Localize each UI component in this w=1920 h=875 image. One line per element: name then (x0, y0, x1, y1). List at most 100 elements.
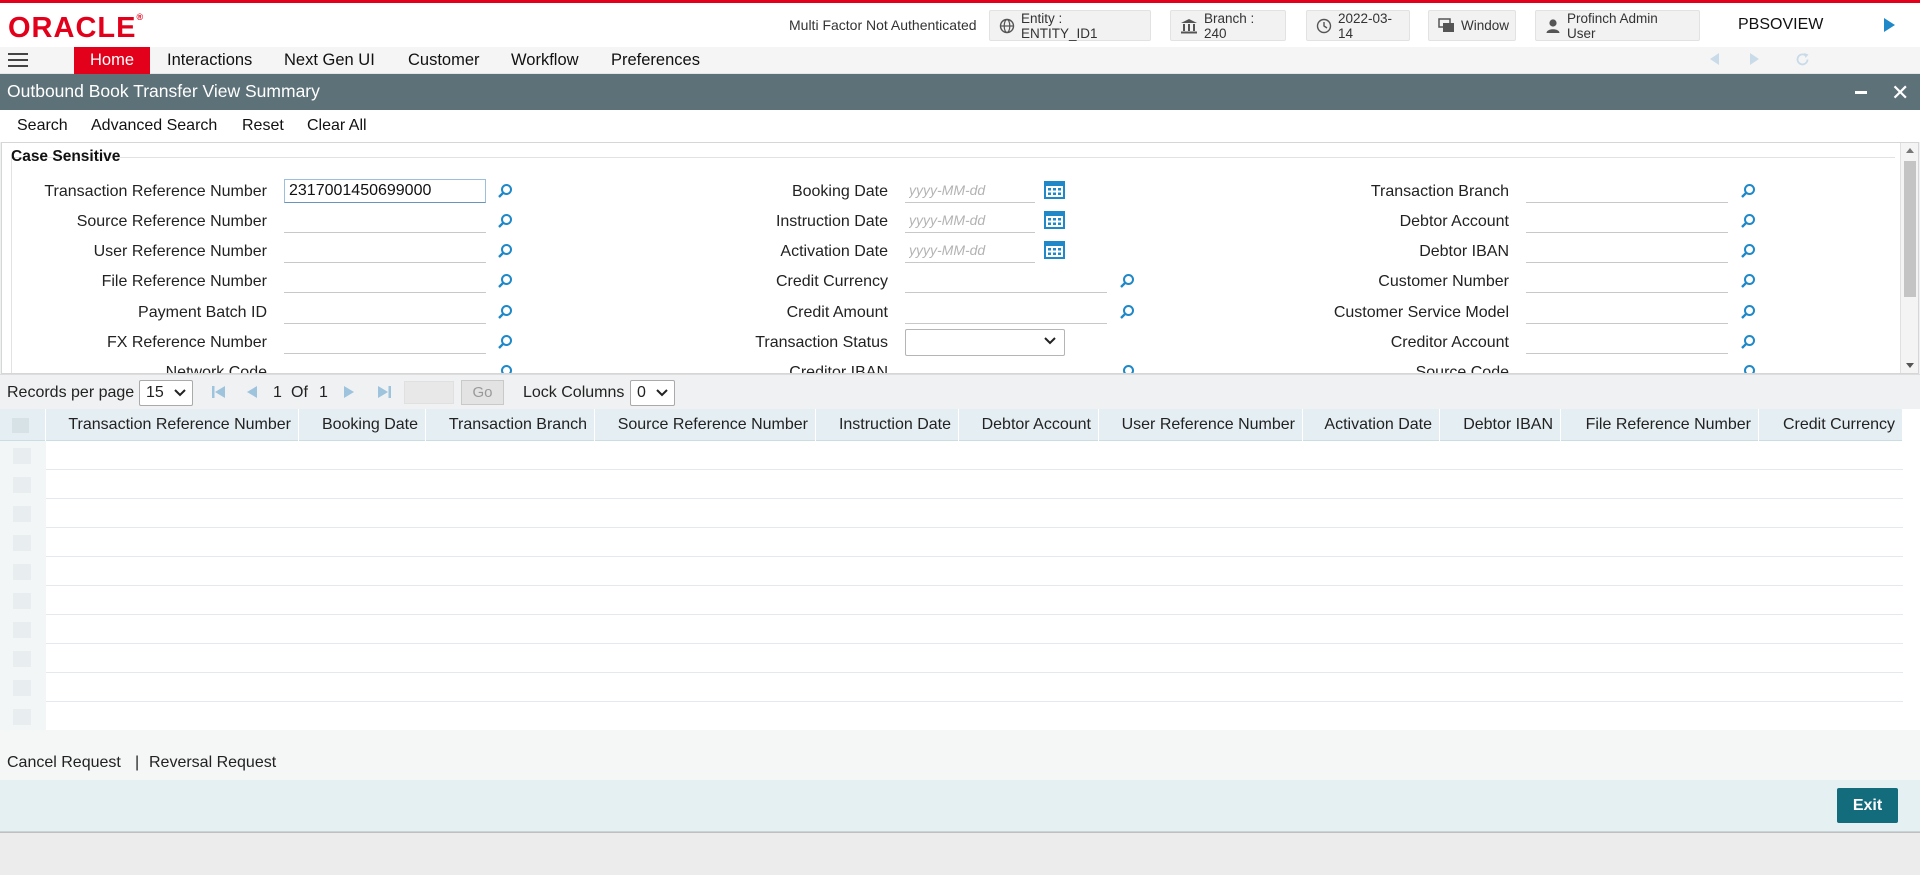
file-reference-number-input[interactable] (284, 269, 486, 293)
hamburger-icon[interactable] (8, 53, 28, 67)
search-icon[interactable] (1119, 304, 1135, 320)
criteria-scrollbar[interactable] (1900, 143, 1918, 373)
row-checkbox[interactable] (13, 564, 31, 580)
debtor-iban-input[interactable] (1526, 239, 1728, 263)
row-checkbox[interactable] (13, 622, 31, 638)
search-icon[interactable] (497, 334, 513, 350)
search-icon[interactable] (1740, 273, 1756, 289)
col-activation-date[interactable]: Activation Date (1303, 409, 1440, 441)
col-instruction-date[interactable]: Instruction Date (816, 409, 959, 441)
search-icon[interactable] (497, 243, 513, 259)
transaction-status-select[interactable] (905, 329, 1065, 356)
entity-chip[interactable]: Entity : ENTITY_ID1 (989, 10, 1151, 41)
table-row[interactable] (0, 644, 1903, 673)
search-icon[interactable] (497, 183, 513, 199)
search-icon[interactable] (1740, 213, 1756, 229)
refresh-icon[interactable] (1795, 52, 1810, 67)
row-checkbox[interactable] (13, 709, 31, 725)
col-source-reference-number[interactable]: Source Reference Number (595, 409, 816, 441)
transaction-branch-input[interactable] (1526, 179, 1728, 203)
minimize-icon[interactable] (1855, 91, 1867, 94)
search-icon[interactable] (1740, 364, 1756, 374)
clear-all-button[interactable]: Clear All (307, 117, 367, 135)
customer-service-model-input[interactable] (1526, 300, 1728, 324)
table-row[interactable] (0, 615, 1903, 644)
col-booking-date[interactable]: Booking Date (299, 409, 426, 441)
search-icon[interactable] (1740, 183, 1756, 199)
search-icon[interactable] (497, 273, 513, 289)
play-icon[interactable] (1884, 18, 1895, 32)
reversal-request-link[interactable]: Reversal Request (149, 754, 276, 772)
menu-home[interactable]: Home (74, 47, 151, 74)
col-file-reference-number[interactable]: File Reference Number (1561, 409, 1759, 441)
table-row[interactable] (0, 673, 1903, 702)
calendar-icon[interactable] (1044, 240, 1065, 259)
first-page-icon[interactable] (211, 385, 226, 399)
lock-columns-select[interactable]: 0 (630, 380, 675, 406)
records-per-page-select[interactable]: 15 (139, 380, 193, 406)
search-icon[interactable] (497, 304, 513, 320)
credit-amount-input[interactable] (905, 300, 1107, 324)
select-all-checkbox[interactable] (12, 418, 29, 433)
nav-forward-icon[interactable] (1750, 53, 1759, 65)
search-icon[interactable] (1740, 304, 1756, 320)
row-checkbox[interactable] (13, 535, 31, 551)
table-row[interactable] (0, 557, 1903, 586)
exit-button[interactable]: Exit (1837, 788, 1898, 823)
col-user-reference-number[interactable]: User Reference Number (1099, 409, 1303, 441)
transaction-reference-number-input[interactable] (284, 179, 486, 203)
calendar-icon[interactable] (1044, 210, 1065, 229)
table-row[interactable] (0, 702, 1903, 730)
row-checkbox[interactable] (13, 680, 31, 696)
table-row[interactable] (0, 470, 1903, 499)
page-number-input[interactable] (404, 381, 454, 404)
nav-back-icon[interactable] (1710, 53, 1719, 65)
row-checkbox[interactable] (13, 477, 31, 493)
col-debtor-iban[interactable]: Debtor IBAN (1440, 409, 1561, 441)
creditor-account-input[interactable] (1526, 330, 1728, 354)
branch-chip[interactable]: Branch : 240 (1170, 10, 1286, 41)
calendar-icon[interactable] (1044, 180, 1065, 199)
col-transaction-branch[interactable]: Transaction Branch (426, 409, 595, 441)
last-page-icon[interactable] (377, 385, 392, 399)
col-credit-currency[interactable]: Credit Currency (1759, 409, 1903, 441)
col-transaction-reference-number[interactable]: Transaction Reference Number (46, 409, 299, 441)
customer-number-input[interactable] (1526, 269, 1728, 293)
previous-page-icon[interactable] (245, 385, 258, 399)
window-chip[interactable]: Window (1428, 10, 1516, 41)
instruction-date-input[interactable] (905, 209, 1035, 233)
booking-date-input[interactable] (905, 179, 1035, 203)
table-row[interactable] (0, 441, 1903, 470)
search-icon[interactable] (1740, 243, 1756, 259)
search-icon[interactable] (497, 213, 513, 229)
menu-customer[interactable]: Customer (392, 47, 496, 74)
scroll-down-icon[interactable] (1906, 363, 1914, 368)
row-checkbox[interactable] (13, 448, 31, 464)
search-button[interactable]: Search (17, 117, 68, 135)
next-page-icon[interactable] (343, 385, 356, 399)
table-row[interactable] (0, 586, 1903, 615)
row-checkbox[interactable] (13, 506, 31, 522)
credit-currency-input[interactable] (905, 269, 1107, 293)
go-button[interactable]: Go (461, 380, 504, 405)
menu-preferences[interactable]: Preferences (595, 47, 716, 74)
advanced-search-button[interactable]: Advanced Search (91, 117, 217, 135)
close-icon[interactable]: ✕ (1891, 82, 1909, 104)
date-chip[interactable]: 2022-03-14 (1306, 10, 1410, 41)
menu-interactions[interactable]: Interactions (151, 47, 268, 74)
search-icon[interactable] (497, 364, 513, 374)
reset-button[interactable]: Reset (242, 117, 284, 135)
debtor-account-input[interactable] (1526, 209, 1728, 233)
scroll-up-icon[interactable] (1906, 148, 1914, 153)
menu-workflow[interactable]: Workflow (495, 47, 595, 74)
source-reference-number-input[interactable] (284, 209, 486, 233)
table-row[interactable] (0, 528, 1903, 557)
user-chip[interactable]: Profinch Admin User (1535, 10, 1700, 41)
payment-batch-id-input[interactable] (284, 300, 486, 324)
menu-next-gen-ui[interactable]: Next Gen UI (268, 47, 391, 74)
search-icon[interactable] (1740, 334, 1756, 350)
fx-reference-number-input[interactable] (284, 330, 486, 354)
table-row[interactable] (0, 499, 1903, 528)
cancel-request-link[interactable]: Cancel Request (7, 754, 121, 772)
user-reference-number-input[interactable] (284, 239, 486, 263)
